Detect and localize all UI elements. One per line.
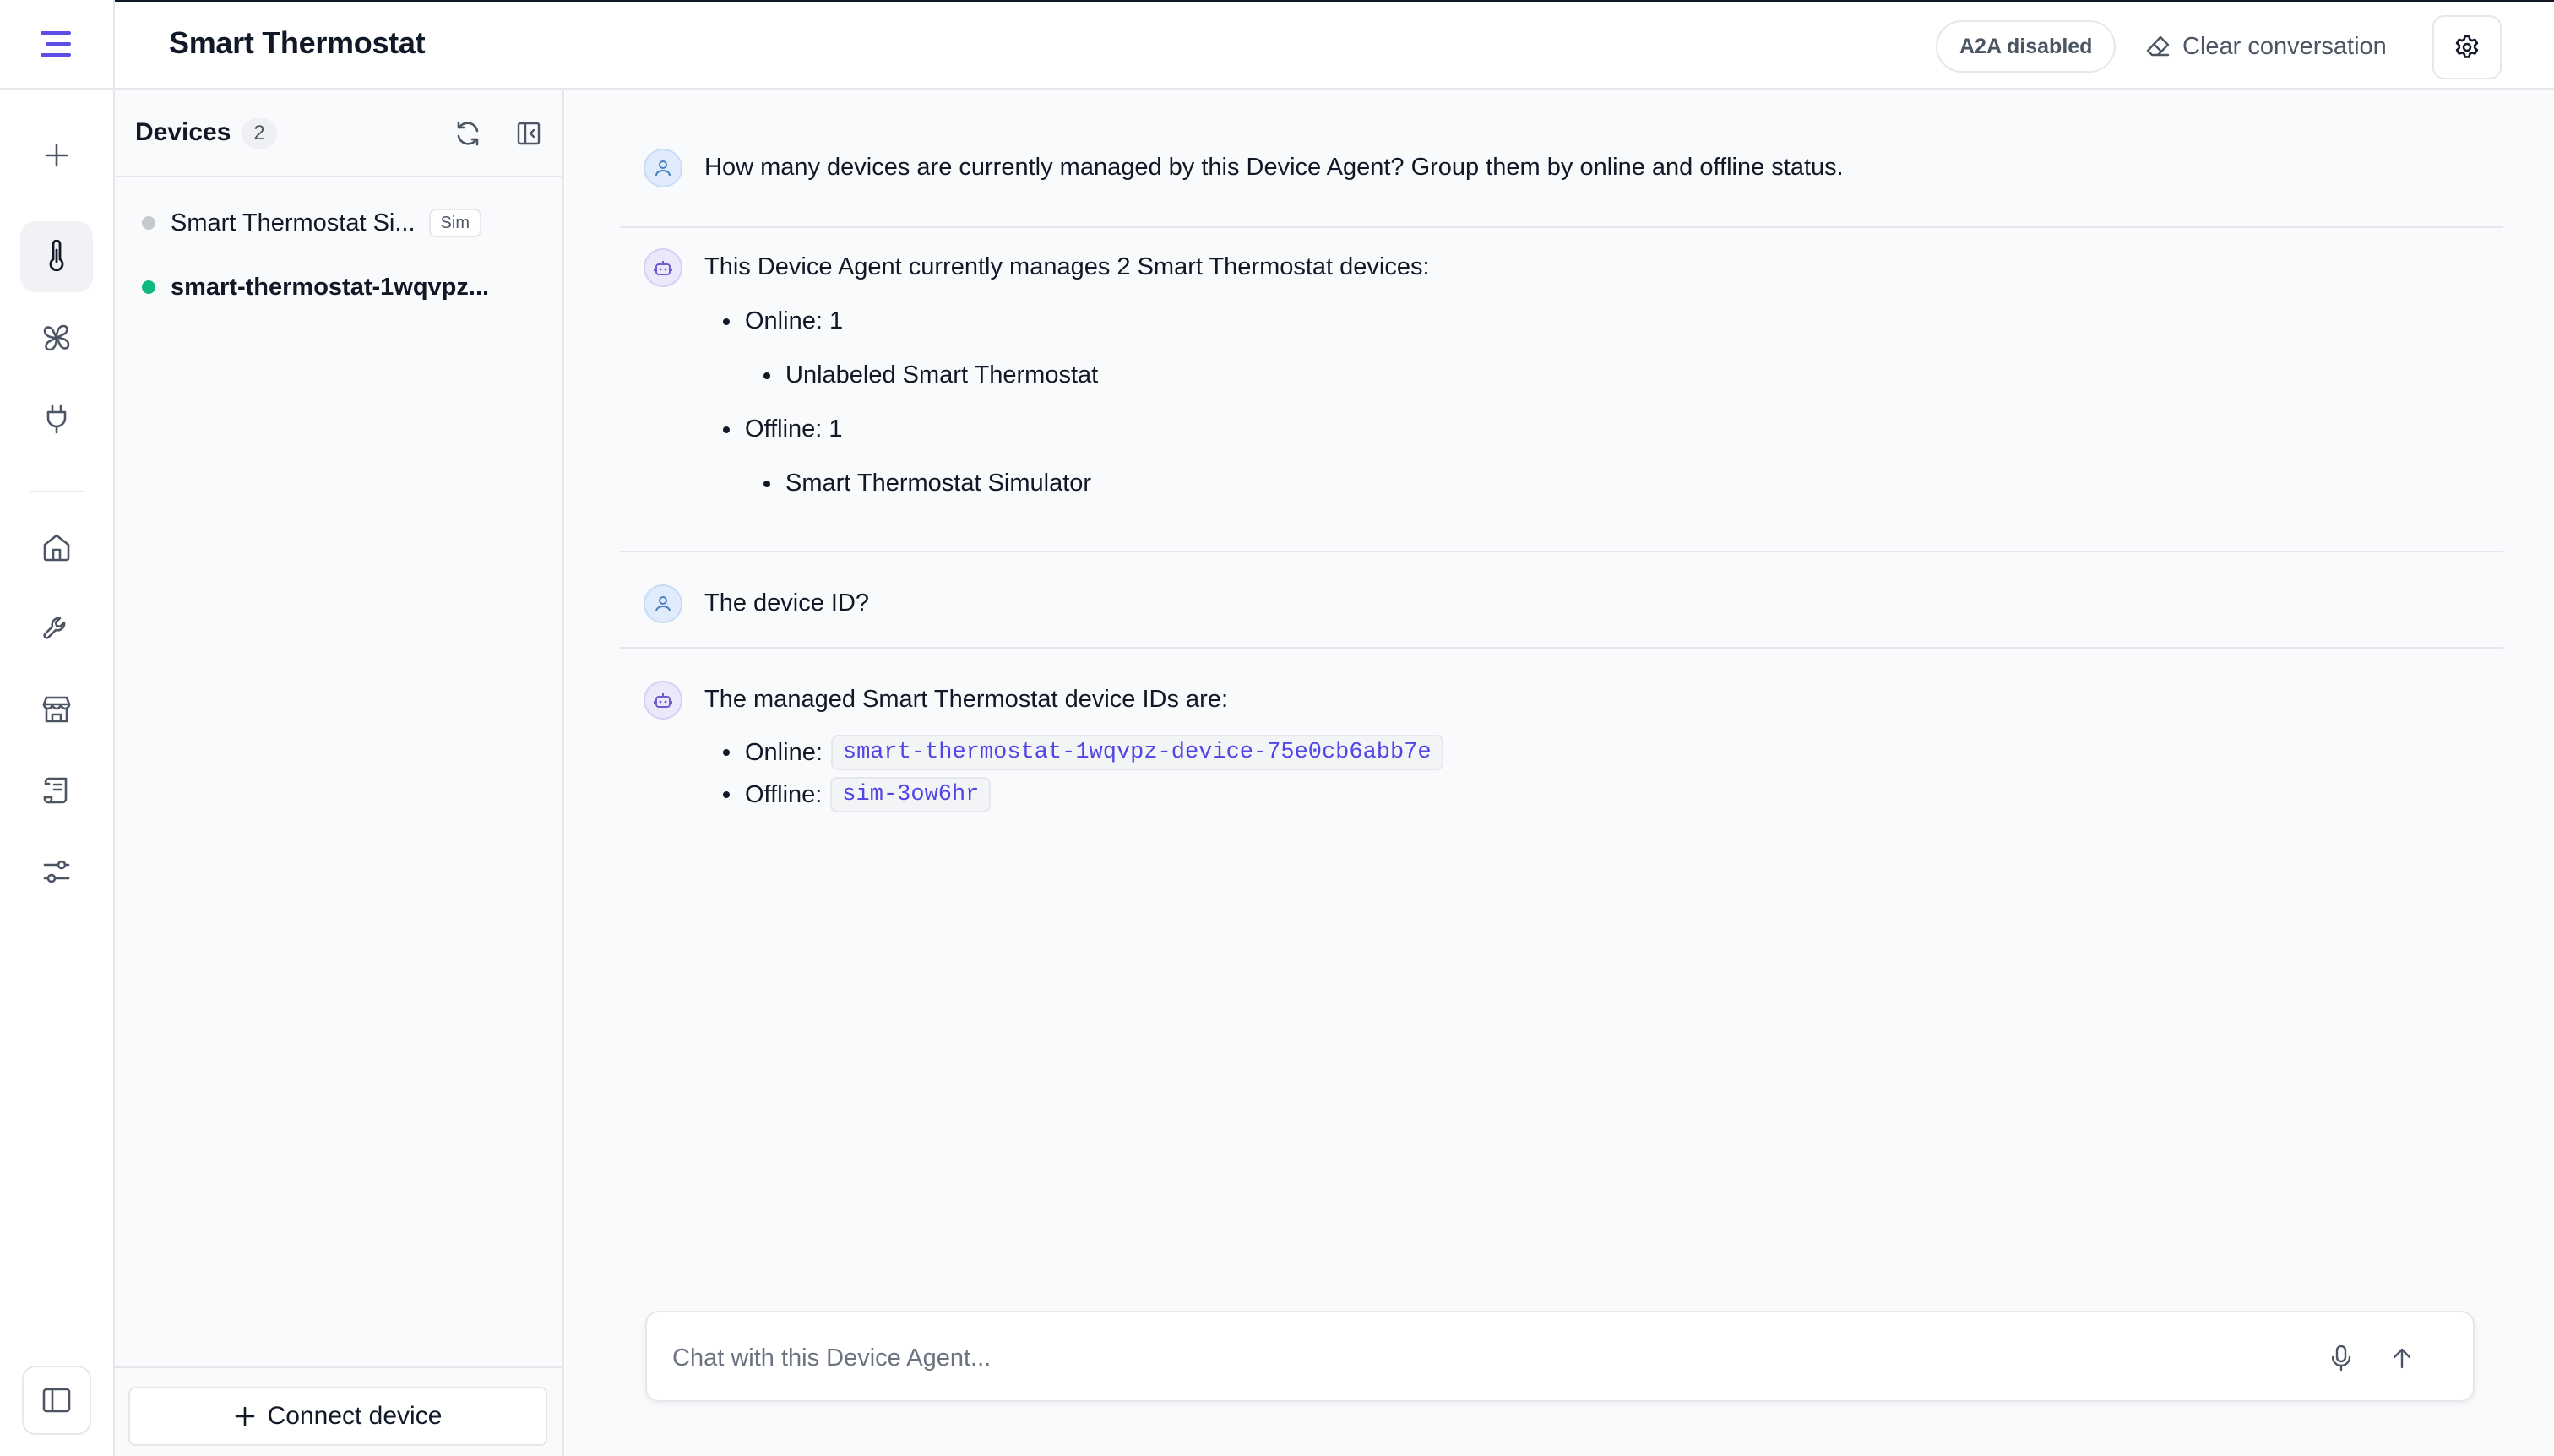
menu-button[interactable] <box>0 0 115 90</box>
device-id-code[interactable]: smart-thermostat-1wqvpz-device-75e0cb6ab… <box>830 735 1443 770</box>
agent-message: This Device Agent currently manages 2 Sm… <box>620 228 2503 552</box>
nav-store[interactable] <box>20 674 93 745</box>
id-label: Online: <box>745 738 823 766</box>
nav-plug[interactable] <box>20 383 93 454</box>
agent-avatar <box>644 681 682 720</box>
panel-collapse-icon <box>516 121 541 146</box>
plug-icon <box>42 403 71 435</box>
list-item: Unlabeled Smart Thermostat <box>763 361 1098 389</box>
list-item: Online: 1 <box>723 307 843 335</box>
sliders-icon <box>41 857 72 886</box>
message-text: This Device Agent currently manages 2 Sm… <box>704 253 1430 280</box>
list-item: Online: smart-thermostat-1wqvpz-device-7… <box>723 735 1443 770</box>
user-message: How many devices are currently managed b… <box>620 132 2503 228</box>
connect-device-button[interactable]: Connect device <box>128 1387 547 1446</box>
device-item[interactable]: smart-thermostat-1wqvpz... <box>132 260 546 314</box>
device-item[interactable]: Smart Thermostat Si... Sim <box>132 196 546 250</box>
message-text: How many devices are currently managed b… <box>704 154 1844 181</box>
device-id-code[interactable]: sim-3ow6hr <box>830 777 992 812</box>
sim-badge: Sim <box>428 209 481 237</box>
devices-header: Devices 2 <box>115 90 562 177</box>
rail-divider <box>30 491 84 492</box>
user-avatar <box>644 584 682 623</box>
send-button[interactable] <box>2380 1336 2424 1380</box>
chat-input-container <box>645 1311 2475 1402</box>
list-item: Offline: 1 <box>723 416 843 443</box>
offline-status-dot <box>142 216 155 230</box>
sidebar-toggle-icon <box>42 1388 71 1413</box>
devices-count-badge: 2 <box>242 118 277 149</box>
thermometer-icon <box>42 240 71 274</box>
fan-icon <box>41 322 73 354</box>
user-message: The device ID? <box>620 552 2503 649</box>
top-bar: Smart Thermostat A2A disabled Clear conv… <box>115 0 2554 90</box>
home-icon <box>41 532 72 562</box>
nav-home[interactable] <box>20 512 93 583</box>
device-name: smart-thermostat-1wqvpz... <box>171 273 490 301</box>
devices-panel: Devices 2 Smart Thermostat Si... Sim sma… <box>115 90 564 1456</box>
chat-input[interactable] <box>672 1338 2277 1378</box>
user-icon <box>654 595 672 613</box>
nav-tools[interactable] <box>20 593 93 664</box>
list-item: Offline: sim-3ow6hr <box>723 777 992 812</box>
devices-footer: Connect device <box>115 1366 562 1456</box>
wrench-icon <box>41 613 72 644</box>
collapse-panel-button[interactable] <box>507 111 551 155</box>
message-text: The device ID? <box>704 589 870 617</box>
list-item: Smart Thermostat Simulator <box>763 470 1091 497</box>
microphone-icon <box>2330 1345 2352 1372</box>
eraser-icon <box>2145 34 2171 59</box>
settings-button[interactable] <box>2432 15 2502 79</box>
nav-rail <box>0 0 115 1456</box>
sidebar-toggle-button[interactable] <box>22 1366 91 1435</box>
user-icon <box>654 159 672 177</box>
online-status-dot <box>142 280 155 294</box>
chat-area: How many devices are currently managed b… <box>566 90 2554 1456</box>
agent-message: The managed Smart Thermostat device IDs … <box>620 649 2503 851</box>
page-title: Smart Thermostat <box>169 25 426 60</box>
a2a-status-badge[interactable]: A2A disabled <box>1936 20 2117 73</box>
new-button[interactable] <box>20 120 93 191</box>
refresh-devices-button[interactable] <box>446 111 490 155</box>
clear-conversation-button[interactable]: Clear conversation <box>2145 20 2387 73</box>
menu-icon <box>41 30 74 57</box>
id-label: Offline: <box>745 780 823 808</box>
plus-icon <box>234 1405 256 1427</box>
arrow-up-icon <box>2391 1346 2413 1370</box>
refresh-icon <box>454 119 482 148</box>
bot-icon <box>654 691 672 709</box>
nav-settings[interactable] <box>20 836 93 907</box>
store-icon <box>41 694 73 725</box>
microphone-button[interactable] <box>2319 1336 2363 1380</box>
user-avatar <box>644 149 682 187</box>
scroll-icon <box>41 775 72 806</box>
connect-device-label: Connect device <box>267 1402 443 1430</box>
device-name: Smart Thermostat Si... <box>171 209 416 236</box>
gear-icon <box>2453 34 2481 61</box>
bot-icon <box>654 258 672 277</box>
message-text: The managed Smart Thermostat device IDs … <box>704 686 1229 713</box>
nav-fan[interactable] <box>20 302 93 373</box>
clear-conversation-label: Clear conversation <box>2182 32 2387 60</box>
devices-title: Devices <box>135 118 231 146</box>
agent-avatar <box>644 248 682 287</box>
nav-logs[interactable] <box>20 755 93 826</box>
nav-thermostat[interactable] <box>20 221 93 292</box>
plus-icon <box>43 142 70 169</box>
